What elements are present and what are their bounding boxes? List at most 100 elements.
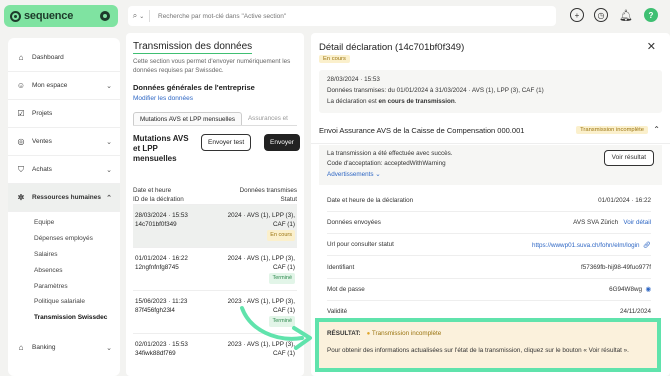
mutations-title: Mutations AVS et LPP mensuelles (133, 134, 189, 163)
app-logo[interactable]: sequence (4, 5, 118, 27)
coins-icon: ◎ (17, 137, 25, 146)
col-id-header: ID de la déclration (133, 196, 184, 203)
status-url-link[interactable]: https://wwwp01.suva.ch/fohn/elm/login (532, 242, 639, 249)
sidebar-item-label: Dashboard (32, 54, 64, 61)
view-result-button[interactable]: Voir résultat (603, 150, 654, 166)
chevron-down-icon: ⌄ (375, 171, 381, 178)
chevron-down-icon: ⌄ (106, 344, 112, 352)
warnings-toggle[interactable]: Advertissements ⌄ (327, 170, 654, 180)
sidebar-toggle-icon[interactable] (100, 11, 110, 21)
logo-mark-icon (10, 10, 21, 22)
field-label: Mot de passe (327, 286, 365, 293)
sidebar-item-mon-espace[interactable]: ☺ Mon espace ⌄ (8, 72, 120, 100)
search-bar[interactable]: ⌕ ⌄ (128, 6, 556, 26)
info-time: 28/03/2024 · 15:53 (327, 76, 380, 83)
row-data: 2024 · AVS (1), LPP (3), CAF (1) (227, 255, 295, 271)
detail-title: Détail déclaration (14c701bf0f349) (319, 42, 465, 53)
tab-assurances[interactable]: Assurances et (242, 112, 294, 125)
col-status-header: Statut (280, 196, 297, 203)
view-detail-link[interactable]: Voir détail (623, 219, 651, 226)
row-date: 28/03/2024 · 15:53 (135, 212, 188, 219)
row-id: 14c701bf0f349 (135, 221, 177, 228)
row-data: 2024 · AVS (1), LPP (3), CAF (1) (227, 212, 295, 228)
field-label: Identifiant (327, 264, 355, 271)
sidebar-item-label: Ventes (32, 138, 52, 145)
field-value-group: https://wwwp01.suva.ch/fohn/elm/login 🔗︎ (532, 241, 651, 249)
field-value: 24/11/2024 (619, 308, 651, 315)
sidebar-item-achats[interactable]: ⛉ Achats ⌄ (8, 156, 120, 184)
page-description: Cette section vous permet d'envoyer numé… (133, 58, 291, 74)
col-data-header: Données transmises (239, 187, 297, 194)
bank-icon: ⌂ (18, 343, 24, 353)
table-row[interactable]: 01/01/2024 · 16:22 12ngfnfnfg8745 2024 · A… (133, 247, 297, 290)
warnings-label: Advertissements (327, 171, 374, 178)
modify-data-link[interactable]: Modifier les données (133, 95, 297, 102)
add-icon[interactable]: + (570, 8, 584, 22)
field-value: 01/01/2024 · 16:22 (598, 197, 651, 204)
close-icon[interactable]: ✕ (647, 40, 656, 53)
logo-text: sequence (24, 10, 74, 22)
chevron-down-icon: ⌄ (139, 13, 145, 20)
row-id: 34fiwk88df769 (135, 350, 176, 357)
search-scope-selector[interactable]: ⌕ ⌄ (128, 10, 150, 22)
mutations-header: Mutations AVS et LPP mensuelles Envoyer … (133, 134, 300, 172)
info-data: Données transmises: du 01/01/2024 à 31/0… (327, 87, 544, 94)
chevron-up-icon[interactable]: ⌃ (653, 125, 660, 134)
result-label: RÉSULTAT: (327, 330, 361, 337)
link-icon[interactable]: 🔗︎ (643, 242, 651, 249)
eye-icon[interactable]: ◉ (646, 286, 652, 293)
tab-mutations[interactable]: Mutations AVS et LPP mensuelles (133, 112, 242, 125)
clock-icon[interactable]: ◷ (594, 8, 608, 22)
bell-icon[interactable]: 🔔︎ (619, 8, 633, 22)
field-row: Données envoyées AVS SVA Zürich Voir dét… (327, 212, 651, 234)
sidebar-item-label: Achats (32, 166, 52, 173)
avs-section-header[interactable]: Envoi Assurance AVS de la Caisse de Comp… (319, 125, 662, 140)
sidebar-subitem-transmission-swissdec[interactable]: Transmission Swissdec (8, 310, 120, 326)
company-section-title: Données générales de l'entreprise (133, 83, 255, 92)
status-badge: En cours (319, 55, 350, 63)
sidebar-subitem-absences[interactable]: Absences (8, 262, 120, 278)
sidebar-item-dashboard[interactable]: ⌂ Dashboard (8, 44, 120, 72)
field-row: Date et heure de la déclaration 01/01/20… (327, 190, 651, 212)
sidebar-item-label: Mon espace (32, 82, 68, 89)
status-badge: Terminé (269, 273, 295, 284)
hr-icon: ✲ (17, 193, 25, 202)
sidebar-subitem-politique[interactable]: Politique salariale (8, 294, 120, 310)
field-value: f57369fb-hij98-49fuo977f (580, 264, 651, 271)
info-status-prefix: La déclaration est (327, 98, 379, 105)
field-row: Identifiant f57369fb-hij98-49fuo977f (327, 257, 651, 279)
chevron-down-icon: ⌄ (106, 82, 112, 90)
result-status: Transmission incomplète (367, 330, 442, 337)
field-value-group: AVS SVA Zürich Voir détail (573, 219, 651, 226)
page-title: Transmission des données (133, 41, 253, 54)
cart-icon: ⛉ (18, 164, 24, 174)
table-row[interactable]: 28/03/2024 · 15:53 14c701bf0f349 2024 · AV… (133, 204, 297, 247)
table-header: Date et heure ID de la déclration Donnée… (133, 186, 297, 204)
help-icon[interactable]: ? (644, 8, 658, 22)
sidebar-item-banking[interactable]: ⌂ Banking ⌄ (8, 334, 120, 362)
field-label: Date et heure de la déclaration (327, 197, 414, 204)
divider (311, 143, 670, 144)
sidebar: ⌂ Dashboard ☺ Mon espace ⌄ ☑ Projets ◎ V… (8, 38, 120, 376)
sidebar-subitem-parametres[interactable]: Paramètres (8, 278, 120, 294)
row-date: 01/01/2024 · 16:22 (135, 255, 188, 262)
col-date-header: Date et heure (133, 187, 172, 194)
sidebar-subitem-depenses[interactable]: Dépenses employés (8, 231, 120, 247)
user-icon: ☺ (16, 81, 26, 90)
send-button[interactable]: Envoyer (264, 134, 300, 151)
sidebar-subitem-equipe[interactable]: Equipe (8, 215, 120, 231)
search-input[interactable] (158, 12, 538, 20)
send-test-button[interactable]: Envoyer test (201, 134, 252, 151)
sidebar-item-ressources-humaines[interactable]: ✲ Ressources humaines ⌃ (8, 184, 120, 212)
chevron-up-icon: ⌃ (106, 194, 112, 202)
transmission-success-box: La transmission a été effectuée avec suc… (319, 145, 662, 185)
search-icon: ⌕ (132, 11, 138, 20)
sidebar-item-projets[interactable]: ☑ Projets (8, 100, 120, 128)
field-row: Mot de passe 6G94W8wg ◉ (327, 279, 651, 301)
info-status-bold: en cours de transmission (378, 98, 455, 105)
sidebar-item-ventes[interactable]: ◎ Ventes ⌄ (8, 128, 120, 156)
field-label: Données envoyées (327, 219, 381, 226)
chevron-down-icon: ⌄ (106, 166, 112, 174)
sidebar-subitem-salaires[interactable]: Salaires (8, 247, 120, 263)
sidebar-item-label: Projets (32, 110, 53, 117)
